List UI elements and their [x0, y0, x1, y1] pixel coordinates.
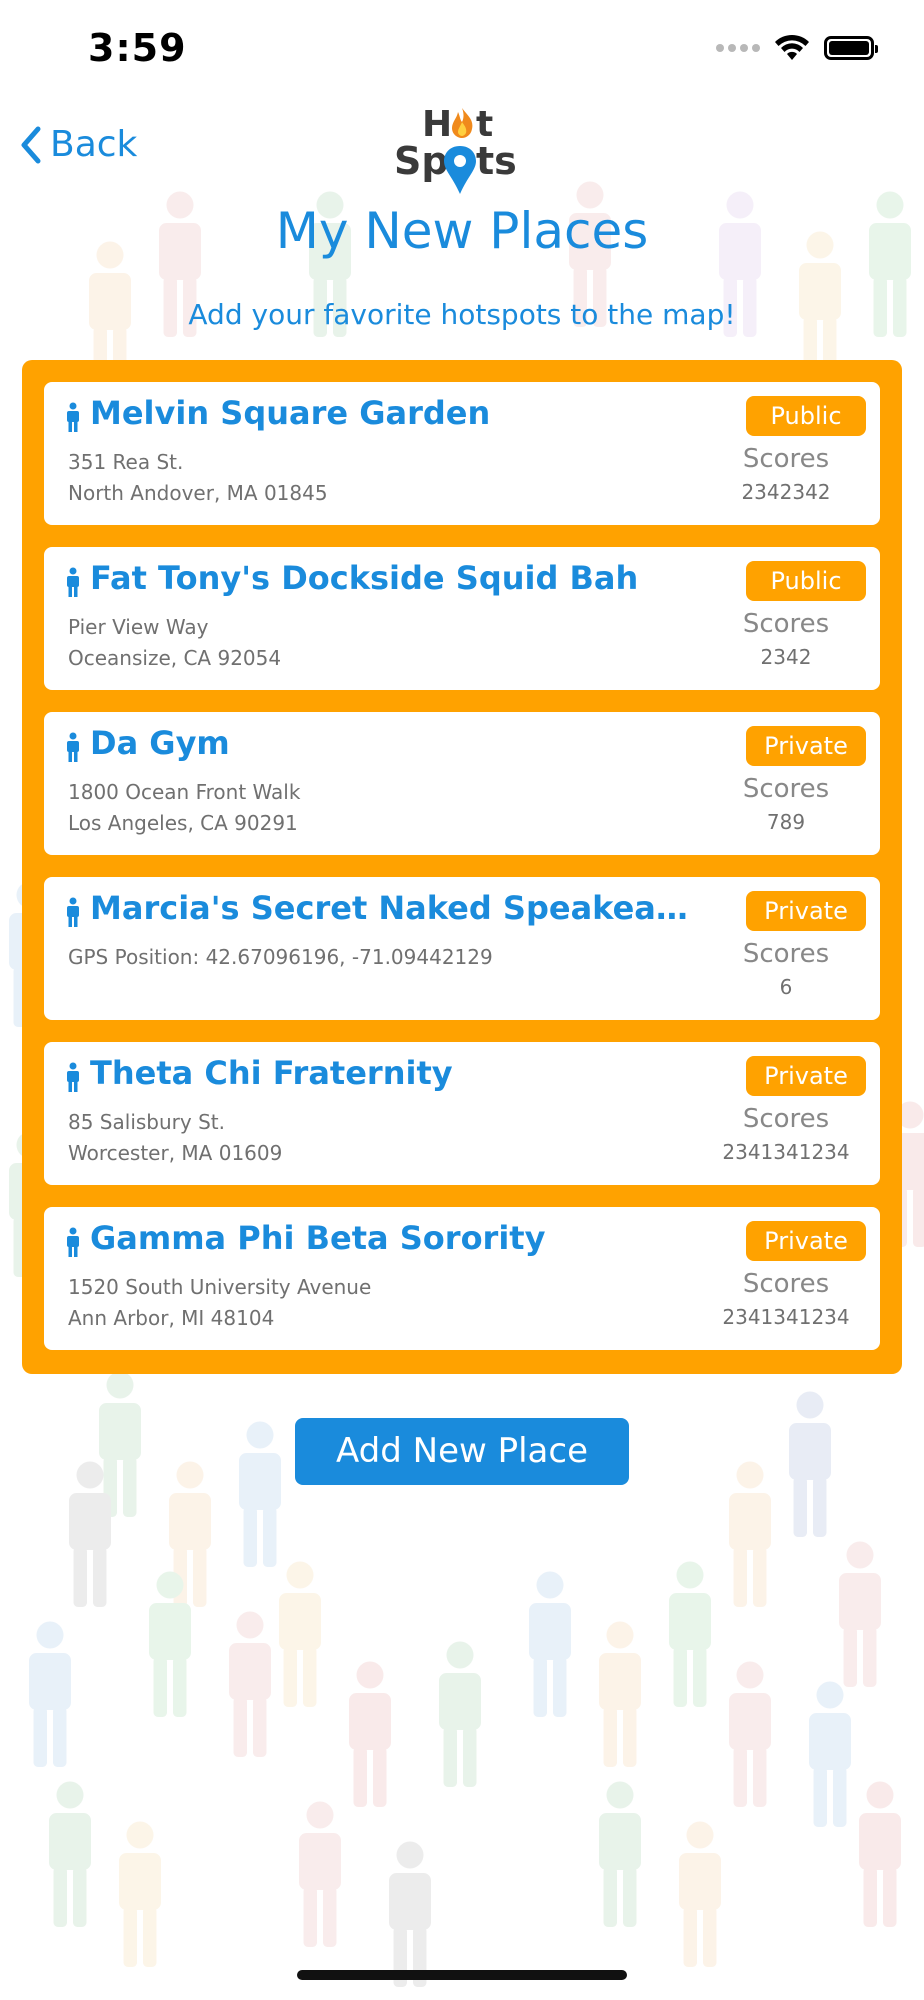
home-indicator[interactable] [297, 1970, 627, 1980]
place-name: Da Gym [90, 724, 230, 762]
visibility-badge: Private [746, 726, 866, 766]
place-address-line1: 1800 Ocean Front Walk [68, 780, 301, 804]
place-name: Theta Chi Fraternity [90, 1054, 453, 1092]
chevron-left-icon [21, 126, 41, 163]
place-name: Melvin Square Garden [90, 394, 491, 432]
battery-icon [824, 36, 878, 60]
place-address-line1: GPS Position: 42.67096196, -71.09442129 [68, 945, 493, 969]
person-icon [67, 1062, 79, 1092]
place-name: Marcia's Secret Naked Speakeasy & Hoo... [90, 889, 700, 927]
place-address-line2: Los Angeles, CA 90291 [68, 811, 298, 835]
screen: 3:59 Back H t Sp ts My New Places Add yo… [0, 0, 924, 2000]
status-bar: 3:59 [0, 0, 924, 100]
place-card[interactable]: Da Gym 1800 Ocean Front Walk Los Angeles… [44, 712, 880, 855]
back-button[interactable]: Back [20, 124, 137, 165]
visibility-badge: Private [746, 1056, 866, 1096]
add-new-place-button[interactable]: Add New Place [295, 1418, 629, 1485]
cellular-signal-icon [716, 44, 760, 52]
scores-label: Scores [742, 609, 830, 639]
score-value: 789 [766, 810, 806, 834]
place-address-line1: 351 Rea St. [68, 450, 184, 474]
back-label: Back [50, 124, 138, 165]
place-address-line2: North Andover, MA 01845 [68, 481, 328, 505]
place-card[interactable]: Melvin Square Garden 351 Rea St. North A… [44, 382, 880, 525]
scores-label: Scores [742, 1269, 830, 1299]
place-address-line2: Oceansize, CA 92054 [68, 646, 282, 670]
score-value: 2342 [760, 645, 812, 669]
score-value: 6 [779, 975, 793, 999]
hotspots-logo: H t Sp ts [394, 102, 530, 194]
place-card[interactable]: Theta Chi Fraternity 85 Salisbury St. Wo… [44, 1042, 880, 1185]
person-icon [67, 897, 79, 927]
page-subtitle: Add your favorite hotspots to the map! [188, 298, 736, 331]
page-title: My New Places [275, 202, 649, 260]
score-value: 2342342 [741, 480, 831, 504]
svg-text:ts: ts [476, 139, 517, 183]
scores-label: Scores [742, 774, 830, 804]
map-pin-icon [444, 146, 476, 194]
visibility-badge: Private [746, 891, 866, 931]
score-value: 2341341234 [722, 1140, 850, 1164]
place-name: Fat Tony's Dockside Squid Bah [90, 559, 639, 597]
status-time: 3:59 [88, 26, 187, 70]
person-icon [67, 567, 79, 597]
visibility-badge: Public [746, 396, 866, 436]
place-address-line2: Worcester, MA 01609 [68, 1141, 283, 1165]
place-card[interactable]: Marcia's Secret Naked Speakeasy & Hoo...… [44, 877, 880, 1020]
person-icon [67, 732, 79, 762]
place-address-line1: Pier View Way [68, 615, 209, 639]
status-icons [716, 34, 878, 62]
place-card[interactable]: Fat Tony's Dockside Squid Bah Pier View … [44, 547, 880, 690]
person-icon [67, 402, 79, 432]
wifi-icon [775, 34, 809, 60]
place-name: Gamma Phi Beta Sorority [90, 1219, 546, 1257]
scores-label: Scores [742, 939, 830, 969]
scores-label: Scores [742, 444, 830, 474]
person-icon [67, 1227, 79, 1257]
place-card[interactable]: Gamma Phi Beta Sorority 1520 South Unive… [44, 1207, 880, 1350]
scores-label: Scores [742, 1104, 830, 1134]
place-address-line2: Ann Arbor, MI 48104 [68, 1306, 275, 1330]
places-list: Melvin Square Garden 351 Rea St. North A… [22, 360, 902, 1374]
visibility-badge: Private [746, 1221, 866, 1261]
place-address-line1: 85 Salisbury St. [68, 1110, 225, 1134]
score-value: 2341341234 [722, 1305, 850, 1329]
place-address-line1: 1520 South University Avenue [68, 1275, 372, 1299]
svg-text:Sp: Sp [394, 139, 449, 183]
visibility-badge: Public [746, 561, 866, 601]
